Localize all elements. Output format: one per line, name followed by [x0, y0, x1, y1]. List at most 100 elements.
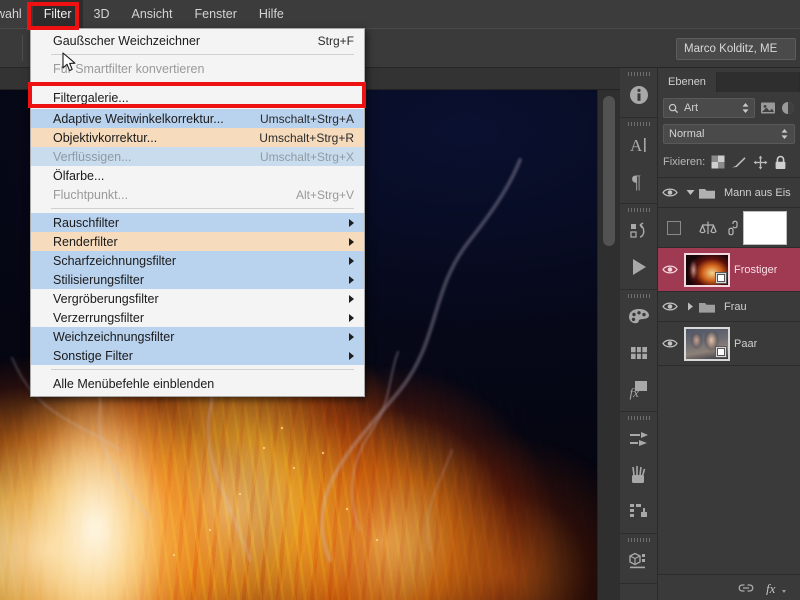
menu-option-gaußscher-weichzeichner[interactable]: Gaußscher Weichzeichner Strg+F: [31, 31, 364, 50]
layer-name[interactable]: Paar: [730, 338, 757, 350]
menu-option-renderfilter[interactable]: Renderfilter: [31, 232, 364, 251]
scrollbar-thumb[interactable]: [603, 96, 615, 246]
layer-fx-icon[interactable]: fx: [766, 581, 788, 595]
layers-panel-footer: fx: [658, 574, 800, 600]
adjustment-filter-icon[interactable]: [781, 101, 795, 115]
submenu-arrow-icon: [349, 237, 354, 246]
swatches-icon[interactable]: [620, 335, 657, 371]
menu-option-alle-menübefehle-einblenden[interactable]: Alle Menübefehle einblenden: [31, 374, 364, 393]
layer-filter-kind-select[interactable]: Art: [663, 98, 755, 118]
menu-item-3d[interactable]: 3D: [83, 0, 121, 28]
menu-item-auswahl[interactable]: wahl: [0, 0, 33, 28]
menu-option-filtergalerie[interactable]: Filtergalerie...: [31, 87, 364, 109]
menu-item-fenster[interactable]: Fenster: [183, 0, 247, 28]
svg-text:A: A: [630, 136, 643, 155]
filter-dropdown-menu[interactable]: Gaußscher Weichzeichner Strg+F Für Smartfi…: [30, 28, 365, 397]
dock-grip[interactable]: [620, 70, 657, 77]
menu-option-verflüssigen: Verflüssigen... Umschalt+Strg+X: [31, 147, 364, 166]
menu-option-label: Für Smartfilter konvertieren: [53, 61, 205, 76]
layer-row-group-frau[interactable]: Frau: [658, 292, 800, 322]
lock-label: Fixieren:: [663, 156, 706, 168]
actions-play-icon[interactable]: [620, 249, 657, 285]
link-layers-icon[interactable]: [738, 581, 754, 595]
link-mask-icon[interactable]: [727, 220, 739, 236]
layer-mask-thumbnail[interactable]: [743, 210, 787, 245]
visibility-toggle[interactable]: [658, 187, 682, 198]
menu-option-shortcut: Alt+Strg+V: [295, 187, 354, 202]
menu-item-filter[interactable]: Filter: [32, 0, 83, 28]
dock-group: fx: [620, 290, 657, 412]
menu-option-objektivkorrektur[interactable]: Objektivkorrektur... Umschalt+Strg+R: [31, 128, 364, 147]
layers-panel-body: Art Normal Fixieren:: [658, 92, 800, 173]
paragraph-icon[interactable]: ¶: [620, 163, 657, 199]
pixel-filter-icon[interactable]: [760, 101, 776, 115]
brush-presets-icon[interactable]: [620, 457, 657, 493]
visibility-toggle[interactable]: [658, 264, 682, 275]
canvas-vertical-scrollbar[interactable]: [597, 90, 620, 600]
submenu-arrow-icon: [349, 294, 354, 303]
mask-checkbox[interactable]: [667, 220, 681, 235]
menu-option-stilisierungsfilter[interactable]: Stilisierungsfilter: [31, 270, 364, 289]
group-twisty-expanded[interactable]: [682, 189, 698, 196]
lock-all-icon[interactable]: [774, 155, 787, 170]
layer-row-frostiger[interactable]: Frostiger: [658, 248, 800, 292]
menu-option-ölfarbe[interactable]: Ölfarbe...: [31, 166, 364, 185]
stepper-icon[interactable]: [741, 102, 750, 114]
options-separator: [22, 35, 23, 61]
menu-bar: wahl Filter 3D Ansicht Fenster Hilfe: [0, 0, 800, 28]
user-name-field[interactable]: Marco Kolditz, ME: [676, 38, 796, 60]
blend-mode-value: Normal: [669, 128, 705, 140]
visibility-toggle[interactable]: [658, 301, 682, 312]
dock-grip[interactable]: [620, 120, 657, 127]
layer-filter-row: Art: [663, 98, 795, 118]
dock-grip[interactable]: [620, 292, 657, 299]
layer-thumbnail[interactable]: [684, 326, 730, 361]
dock-grip[interactable]: [620, 414, 657, 421]
layer-row-paar[interactable]: Paar: [658, 322, 800, 366]
menu-option-fluchtpunkt: Fluchtpunkt... Alt+Strg+V: [31, 185, 364, 204]
layer-row-group-mann-aus-eis[interactable]: Mann aus Eis: [658, 178, 800, 208]
menu-option-sonstige-filter[interactable]: Sonstige Filter: [31, 346, 364, 365]
dock-group: [620, 534, 657, 584]
color-palette-icon[interactable]: [620, 299, 657, 335]
menu-option-rauschfilter[interactable]: Rauschfilter: [31, 213, 364, 232]
menu-option-weichzeichnungsfilter[interactable]: Weichzeichnungsfilter: [31, 327, 364, 346]
styles-fx-icon[interactable]: fx: [620, 371, 657, 407]
menu-option-verzerrungsfilter[interactable]: Verzerrungsfilter: [31, 308, 364, 327]
menu-option-vergröberungsfilter[interactable]: Vergröberungsfilter: [31, 289, 364, 308]
layer-name[interactable]: Frau: [720, 301, 747, 313]
info-icon[interactable]: [620, 77, 657, 113]
layer-name[interactable]: Frostiger: [730, 264, 777, 276]
submenu-arrow-icon: [349, 332, 354, 341]
adjustments-icon[interactable]: [620, 421, 657, 457]
visibility-toggle[interactable]: [658, 338, 682, 349]
blend-mode-select[interactable]: Normal: [663, 124, 795, 144]
layer-thumbnail[interactable]: [684, 252, 730, 287]
menu-item-ansicht[interactable]: Ansicht: [120, 0, 183, 28]
lock-image-icon[interactable]: [731, 155, 747, 169]
dock-group: [620, 412, 657, 534]
submenu-arrow-icon: [349, 256, 354, 265]
layer-name[interactable]: Mann aus Eis: [720, 187, 791, 199]
group-twisty-collapsed[interactable]: [682, 302, 698, 311]
character-icon[interactable]: A: [620, 127, 657, 163]
stepper-icon[interactable]: [780, 128, 789, 140]
history-icon[interactable]: [620, 213, 657, 249]
3d-panel-icon[interactable]: [620, 543, 657, 579]
lock-position-icon[interactable]: [753, 155, 768, 170]
tab-ebenen[interactable]: Ebenen: [658, 72, 717, 92]
balance-scale-icon[interactable]: [697, 219, 719, 237]
dock-grip[interactable]: [620, 536, 657, 543]
layer-row-mask[interactable]: [658, 208, 800, 248]
menu-option-scharfzeichnungsfilter[interactable]: Scharfzeichnungsfilter: [31, 251, 364, 270]
lock-transparency-icon[interactable]: [711, 155, 725, 169]
dock-grip[interactable]: [620, 206, 657, 213]
eye-icon: [662, 339, 678, 348]
eye-icon: [662, 265, 678, 274]
menu-option-label: Objektivkorrektur...: [53, 130, 158, 145]
menu-option-adaptive-weitwinkelkorrektur[interactable]: Adaptive Weitwinkelkorrektur... Umschalt+…: [31, 109, 364, 128]
menu-item-hilfe[interactable]: Hilfe: [248, 0, 295, 28]
tool-presets-icon[interactable]: [620, 493, 657, 529]
menu-option-label: Stilisierungsfilter: [53, 272, 145, 287]
smart-object-badge: [715, 345, 727, 358]
